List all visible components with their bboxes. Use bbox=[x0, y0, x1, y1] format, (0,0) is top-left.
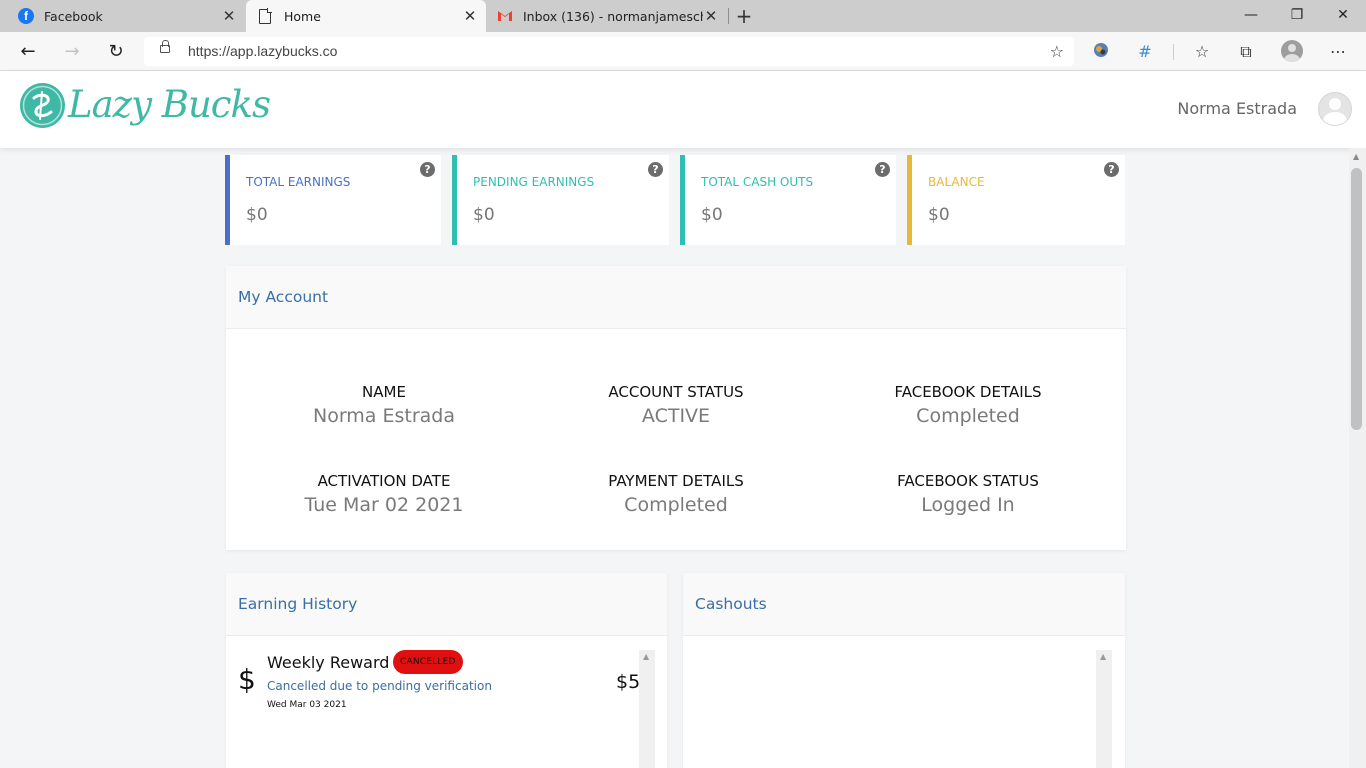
field-label: NAME bbox=[362, 383, 406, 401]
site-header: Lazy Bucks Norma Estrada bbox=[0, 71, 1366, 148]
stat-label: TOTAL CASH OUTS bbox=[701, 175, 814, 189]
minimize-icon[interactable]: — bbox=[1228, 0, 1274, 32]
stat-label: TOTAL EARNINGS bbox=[246, 175, 351, 189]
lazy-bucks-logo-icon[interactable] bbox=[20, 83, 65, 128]
field-label: ACCOUNT STATUS bbox=[608, 383, 744, 401]
panel-title: Cashouts bbox=[695, 595, 767, 613]
stat-value: $0 bbox=[246, 205, 268, 225]
account-field-facebook-status: FACEBOOK STATUS Logged In bbox=[822, 472, 1114, 516]
browser-tab-bar: f Facebook ✕ Home ✕ Inbox (136) - norman… bbox=[0, 0, 1366, 32]
more-menu-icon[interactable]: ⋯ bbox=[1327, 41, 1349, 63]
cashouts-panel: Cashouts ▲ bbox=[683, 573, 1125, 768]
help-icon[interactable]: ? bbox=[648, 162, 663, 177]
tab-title: Home bbox=[284, 8, 321, 24]
page-scrollbar[interactable]: ▲ bbox=[1349, 148, 1366, 768]
panel-title: Earning History bbox=[238, 595, 358, 613]
my-account-panel: My Account NAME Norma Estrada ACCOUNT ST… bbox=[226, 266, 1126, 550]
lock-icon bbox=[160, 40, 170, 53]
field-value: Logged In bbox=[921, 494, 1015, 516]
account-field-payment-details: PAYMENT DETAILS Completed bbox=[530, 472, 822, 516]
collections-icon[interactable]: ⧉ bbox=[1235, 41, 1257, 63]
grid-extension-icon[interactable]: # bbox=[1134, 41, 1156, 63]
page-icon bbox=[259, 8, 272, 24]
account-field-facebook-details: FACEBOOK DETAILS Completed bbox=[822, 383, 1114, 427]
back-icon[interactable]: ← bbox=[13, 38, 43, 66]
add-favorite-icon[interactable]: ☆ bbox=[1050, 42, 1064, 61]
help-icon[interactable]: ? bbox=[875, 162, 890, 177]
stat-card-pending-earnings: PENDING EARNINGS $0 ? bbox=[452, 155, 669, 245]
status-badge: CANCELLED bbox=[393, 650, 463, 674]
help-icon[interactable]: ? bbox=[1104, 162, 1119, 177]
extension-icon[interactable] bbox=[1090, 41, 1112, 63]
dollar-icon: $ bbox=[238, 663, 256, 696]
field-value: Norma Estrada bbox=[312, 405, 456, 427]
cashouts-scrollbar[interactable]: ▲ bbox=[1096, 650, 1112, 768]
close-tab-icon[interactable]: ✕ bbox=[221, 8, 237, 24]
gmail-icon bbox=[497, 10, 513, 22]
panel-title: My Account bbox=[238, 288, 329, 306]
scroll-up-icon[interactable]: ▲ bbox=[1100, 652, 1106, 661]
favorites-icon[interactable]: ☆ bbox=[1191, 41, 1213, 63]
stat-value: $0 bbox=[473, 205, 495, 225]
account-field-status: ACCOUNT STATUS ACTIVE bbox=[530, 383, 822, 427]
field-label: FACEBOOK STATUS bbox=[897, 472, 1039, 490]
profile-icon[interactable] bbox=[1281, 40, 1303, 62]
refresh-icon[interactable]: ↻ bbox=[101, 38, 131, 66]
field-label: ACTIVATION DATE bbox=[317, 472, 451, 490]
close-tab-icon[interactable]: ✕ bbox=[462, 8, 478, 24]
earning-note: Cancelled due to pending verification bbox=[267, 679, 492, 693]
account-field-activation-date: ACTIVATION DATE Tue Mar 02 2021 bbox=[238, 472, 530, 516]
tab-title: Inbox (136) - normanjameschess bbox=[523, 8, 703, 24]
stat-value: $0 bbox=[928, 205, 950, 225]
field-label: FACEBOOK DETAILS bbox=[894, 383, 1042, 401]
restore-icon[interactable]: ❐ bbox=[1274, 0, 1320, 32]
field-value: Tue Mar 02 2021 bbox=[304, 494, 464, 516]
user-name[interactable]: Norma Estrada bbox=[1177, 99, 1297, 118]
stat-label: BALANCE bbox=[928, 175, 985, 189]
earning-title: Weekly Reward bbox=[267, 653, 390, 672]
field-label: PAYMENT DETAILS bbox=[608, 472, 744, 490]
tab-home[interactable]: Home ✕ bbox=[246, 0, 486, 32]
scroll-up-icon[interactable]: ▲ bbox=[1353, 152, 1359, 161]
stat-label: PENDING EARNINGS bbox=[473, 175, 595, 189]
scrollbar-thumb[interactable] bbox=[1351, 168, 1362, 430]
tab-inbox[interactable]: Inbox (136) - normanjameschess ✕ bbox=[487, 0, 727, 32]
tab-separator bbox=[728, 8, 729, 24]
panel-header: My Account bbox=[226, 266, 1126, 329]
close-tab-icon[interactable]: ✕ bbox=[703, 8, 719, 24]
forward-icon[interactable]: → bbox=[57, 38, 87, 66]
earning-history-panel: Earning History $ Weekly Reward CANCELLE… bbox=[226, 573, 667, 768]
field-value: ACTIVE bbox=[641, 405, 711, 427]
earning-date: Wed Mar 03 2021 bbox=[267, 700, 347, 710]
stat-card-total-cash-outs: TOTAL CASH OUTS $0 ? bbox=[680, 155, 896, 245]
account-field-name: NAME Norma Estrada bbox=[238, 383, 530, 427]
url-text[interactable]: https://app.lazybucks.co bbox=[188, 43, 337, 59]
brand-name[interactable]: Lazy Bucks bbox=[68, 83, 271, 126]
panel-header: Cashouts bbox=[683, 573, 1125, 636]
panel-header: Earning History bbox=[226, 573, 667, 636]
scroll-up-icon[interactable]: ▲ bbox=[643, 652, 649, 661]
stat-value: $0 bbox=[701, 205, 723, 225]
field-value: Completed bbox=[624, 494, 728, 516]
earning-history-scrollbar[interactable]: ▲ bbox=[639, 650, 655, 768]
earning-amount: $5 bbox=[616, 671, 641, 693]
close-window-icon[interactable]: ✕ bbox=[1320, 0, 1366, 32]
stat-card-balance: BALANCE $0 ? bbox=[907, 155, 1125, 245]
facebook-icon: f bbox=[18, 8, 34, 24]
address-bar[interactable]: https://app.lazybucks.co ☆ bbox=[144, 37, 1074, 66]
tab-title: Facebook bbox=[44, 8, 103, 24]
toolbar-divider bbox=[1173, 44, 1174, 60]
help-icon[interactable]: ? bbox=[420, 162, 435, 177]
new-tab-icon[interactable]: + bbox=[732, 4, 756, 28]
stat-card-total-earnings: TOTAL EARNINGS $0 ? bbox=[225, 155, 441, 245]
tab-facebook[interactable]: f Facebook ✕ bbox=[0, 0, 245, 32]
field-value: Completed bbox=[916, 405, 1020, 427]
avatar[interactable] bbox=[1318, 92, 1352, 126]
browser-toolbar: ← → ↻ https://app.lazybucks.co ☆ # ☆ ⧉ ⋯ bbox=[0, 32, 1366, 71]
